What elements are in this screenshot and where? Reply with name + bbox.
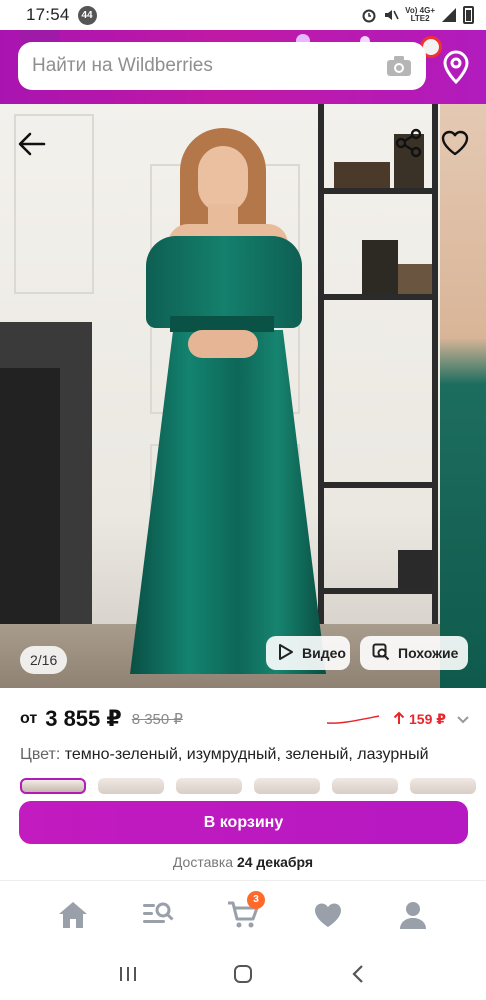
similar-button-label: Похожие	[398, 645, 459, 661]
status-icons: Vo) 4G+ LTE2	[361, 6, 474, 24]
color-thumbnails	[20, 778, 486, 794]
location-pin-icon[interactable]	[442, 50, 470, 85]
shelf-post	[432, 104, 438, 624]
color-thumbnail[interactable]	[410, 778, 476, 794]
play-icon	[278, 643, 294, 664]
alarm-icon	[361, 7, 377, 23]
delivery-label: Доставка	[172, 854, 234, 870]
catalog-search-icon[interactable]	[140, 897, 176, 933]
cart-icon[interactable]: 3	[225, 890, 265, 933]
back-arrow-icon[interactable]	[16, 128, 48, 160]
similar-button[interactable]: Похожие	[360, 636, 468, 670]
color-thumbnail[interactable]	[20, 778, 86, 794]
model-hands	[188, 330, 258, 358]
old-price: 8 350 ₽	[131, 711, 183, 728]
home-button-icon[interactable]	[230, 961, 256, 987]
shelf-books	[362, 240, 398, 294]
delivery-date: 24 декабря	[236, 854, 314, 870]
status-time: 17:54	[26, 5, 70, 24]
shelf-books	[398, 550, 432, 588]
profile-icon[interactable]	[395, 897, 431, 933]
favorite-heart-icon[interactable]	[440, 128, 470, 158]
color-thumbnail[interactable]	[332, 778, 398, 794]
price-change-toggle[interactable]: 159 ₽	[325, 711, 470, 728]
search-input[interactable]	[32, 55, 386, 77]
network-line-2: LTE2	[410, 14, 430, 23]
favorites-heart-icon[interactable]	[310, 897, 346, 933]
signal-icon	[441, 7, 457, 23]
shelf-post	[318, 104, 324, 624]
shelf-board	[318, 482, 438, 488]
video-button[interactable]: Видео	[266, 636, 350, 670]
dress-top	[146, 236, 302, 328]
price-trend-line-icon	[325, 713, 381, 725]
video-button-label: Видео	[302, 645, 346, 661]
system-navigation	[0, 948, 486, 1000]
chevron-down-icon	[456, 712, 470, 726]
photo-fireplace	[0, 322, 92, 624]
shelf-board	[318, 588, 438, 594]
color-label: Цвет:	[20, 746, 61, 763]
bottom-navigation: 3	[0, 880, 486, 948]
network-indicator: Vo) 4G+ LTE2	[405, 7, 435, 23]
model-face	[198, 146, 248, 212]
similar-search-icon	[372, 643, 390, 664]
mute-icon	[383, 7, 399, 23]
shelf-books	[398, 264, 432, 294]
delivery-info: Доставка 24 декабря	[0, 854, 486, 870]
color-row: Цвет: темно-зеленый, изумрудный, зеленый…	[20, 746, 470, 764]
home-icon[interactable]	[55, 897, 91, 933]
color-thumbnail[interactable]	[98, 778, 164, 794]
system-back-icon[interactable]	[345, 961, 371, 987]
search-bar[interactable]	[18, 42, 426, 90]
product-gallery[interactable]: 2/16 Видео Похожие	[0, 104, 486, 688]
status-bar: 17:54 44 Vo) 4G+ LTE2	[0, 0, 486, 30]
price-row: от 3 855 ₽ 8 350 ₽ 159 ₽	[20, 704, 470, 734]
add-to-cart-button[interactable]: В корзину	[19, 801, 468, 844]
recent-apps-icon[interactable]	[115, 961, 141, 987]
price-change-value: 159 ₽	[409, 710, 446, 727]
arrow-up-icon	[393, 711, 405, 728]
price-from-label: от	[20, 710, 38, 727]
color-thumbnail[interactable]	[176, 778, 242, 794]
notification-count-badge: 44	[77, 5, 97, 25]
shelf-books	[334, 162, 390, 188]
cart-count-badge: 3	[246, 890, 265, 909]
photo-counter: 2/16	[20, 646, 68, 674]
next-photo-preview[interactable]	[440, 104, 486, 688]
shelf-board	[318, 188, 438, 194]
share-icon[interactable]	[394, 128, 424, 158]
camera-icon[interactable]	[386, 54, 412, 78]
battery-icon	[463, 6, 474, 24]
app-header	[0, 30, 486, 104]
color-values: темно-зеленый, изумрудный, зеленый, лазу…	[64, 746, 429, 763]
color-thumbnail[interactable]	[254, 778, 320, 794]
current-price: 3 855 ₽	[45, 706, 122, 731]
shelf-board	[318, 294, 438, 300]
